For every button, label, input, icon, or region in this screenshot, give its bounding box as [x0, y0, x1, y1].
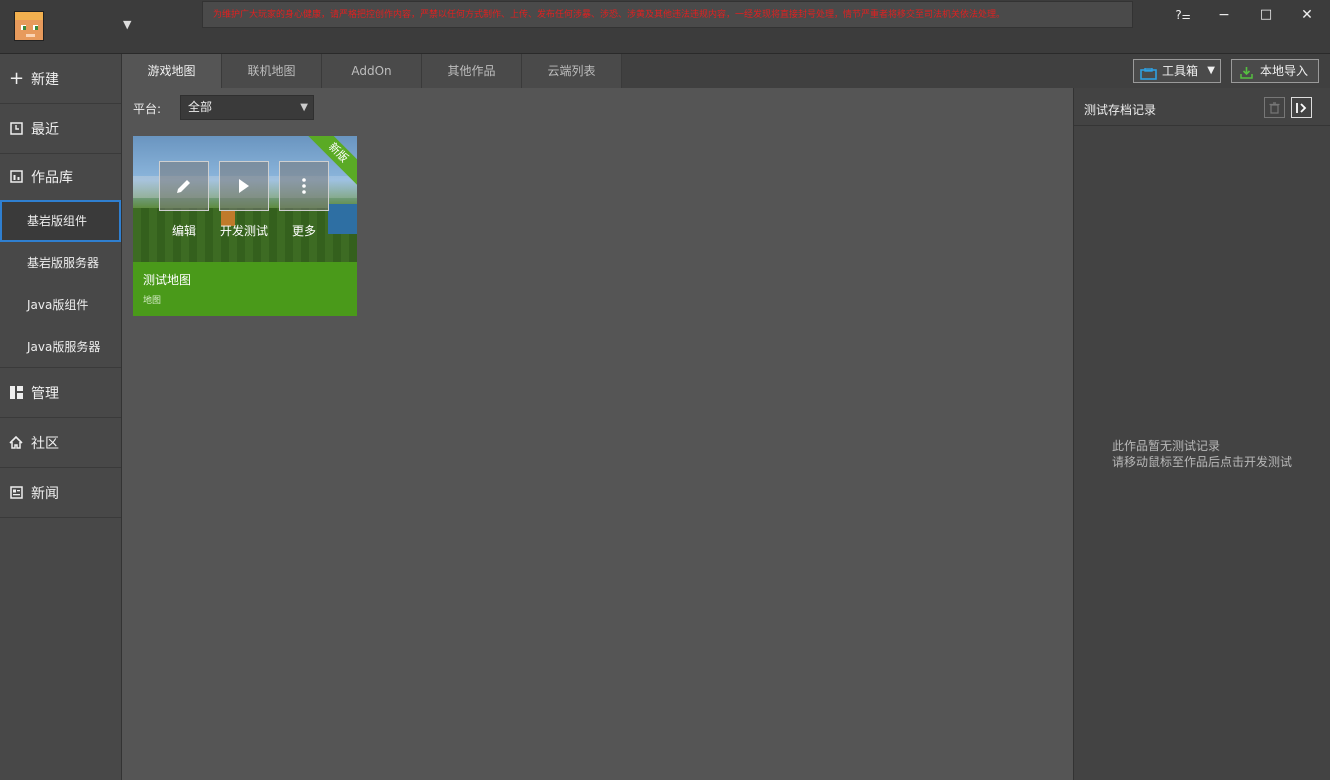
sidebar-item-label: 新闻 [31, 485, 59, 502]
category-tabs: 游戏地图 联机地图 AddOn 其他作品 云端列表 工具箱 ▼ 本地导入 [122, 54, 1330, 88]
local-import-label: 本地导入 [1260, 64, 1309, 78]
empty-line-2: 请移动鼠标至作品后点击开发测试 [1112, 455, 1293, 469]
dev-test-label: 开发测试 [219, 224, 268, 238]
work-thumbnail: 新版 编辑 开发测试 更多 [133, 136, 357, 262]
sidebar-item-news[interactable]: 新闻 [0, 468, 121, 518]
close-button[interactable]: ✕ [1290, 4, 1324, 26]
clock-icon [9, 121, 23, 136]
sidebar-subitem-bedrock-addon[interactable]: 基岩版组件 [0, 200, 121, 242]
avatar-mouth [26, 34, 35, 37]
platform-label: 平台: [133, 102, 162, 116]
work-title: 测试地图 [143, 273, 192, 287]
maximize-button[interactable]: □ [1249, 4, 1283, 26]
play-icon [237, 175, 251, 196]
test-records-header: 测试存档记录 [1074, 88, 1330, 126]
sidebar-item-library[interactable]: 作品库 [0, 154, 121, 200]
chevron-down-icon: ▼ [300, 102, 308, 113]
avatar-hair [15, 12, 43, 20]
news-icon [9, 485, 23, 500]
app-window: ▼ 为维护广大玩家的身心健康，请严格把控创作内容，严禁以任何方式制作、上传、发布… [0, 0, 1330, 780]
sidebar-item-label: 社区 [31, 435, 59, 452]
sidebar-item-new[interactable]: + 新建 [0, 54, 121, 104]
work-type: 地图 [143, 296, 162, 306]
toolbox-label: 工具箱 [1162, 64, 1199, 78]
pencil-icon [174, 175, 194, 196]
content-notice-banner: 为维护广大玩家的身心健康，请严格把控创作内容，严禁以任何方式制作、上传、发布任何… [202, 1, 1133, 28]
toolbox-button[interactable]: 工具箱 ▼ [1133, 59, 1221, 83]
manage-icon [9, 385, 23, 400]
home-icon [9, 435, 23, 450]
collapse-panel-button[interactable] [1291, 97, 1312, 118]
sidebar-item-label: 管理 [31, 385, 59, 402]
sidebar-item-community[interactable]: 社区 [0, 418, 121, 468]
toolbox-icon [1140, 65, 1157, 87]
dev-test-button[interactable] [219, 161, 269, 211]
sidebar-subitem-java-server[interactable]: Java版服务器 [0, 326, 121, 368]
minimize-button[interactable]: − [1207, 4, 1241, 26]
tab-addon[interactable]: AddOn [322, 54, 422, 88]
sidebar-subitem-bedrock-server[interactable]: 基岩版服务器 [0, 242, 121, 284]
more-vertical-icon [301, 175, 307, 196]
plus-icon: + [9, 67, 25, 89]
chevron-down-icon: ▼ [1207, 65, 1215, 76]
account-dropdown-icon[interactable]: ▼ [123, 18, 131, 31]
sidebar-subitem-java-addon[interactable]: Java版组件 [0, 284, 121, 326]
sidebar: + 新建 最近 作品库 基岩版组件 基岩版服务器 Java版组件 Java版服务… [0, 54, 122, 780]
help-button[interactable]: ?⚌ [1166, 4, 1200, 26]
empty-records-message: 此作品暂无测试记录 请移动鼠标至作品后点击开发测试 [1112, 438, 1292, 470]
sidebar-item-label: 最近 [31, 121, 59, 138]
trash-icon [1269, 100, 1280, 114]
user-avatar[interactable] [14, 11, 44, 41]
more-button[interactable] [279, 161, 329, 211]
tab-cloud-list[interactable]: 云端列表 [522, 54, 622, 88]
avatar-pupil-right [35, 26, 38, 30]
edit-button[interactable] [159, 161, 209, 211]
platform-value: 全部 [188, 100, 213, 114]
local-import-button[interactable]: 本地导入 [1231, 59, 1319, 83]
sidebar-item-manage[interactable]: 管理 [0, 368, 121, 418]
title-bar: ▼ 为维护广大玩家的身心健康，请严格把控创作内容，严禁以任何方式制作、上传、发布… [0, 0, 1330, 54]
platform-select[interactable]: 全部 ▼ [180, 95, 314, 120]
empty-line-1: 此作品暂无测试记录 [1112, 439, 1221, 453]
edit-label: 编辑 [171, 224, 196, 238]
work-card[interactable]: 新版 编辑 开发测试 更多 测试地图 地图 [133, 136, 357, 316]
library-icon [9, 170, 23, 184]
more-label: 更多 [291, 224, 316, 238]
test-records-title: 测试存档记录 [1084, 103, 1157, 117]
tab-game-map[interactable]: 游戏地图 [122, 54, 222, 88]
sidebar-item-label: 作品库 [31, 170, 73, 186]
avatar-pupil-left [23, 26, 26, 30]
collapse-right-icon [1295, 100, 1308, 114]
tab-other-works[interactable]: 其他作品 [422, 54, 522, 88]
works-content: 平台: 全部 ▼ 新版 编辑 开发测试 更多 测试地图 地图 [122, 88, 1073, 780]
sidebar-item-label: 新建 [31, 71, 59, 88]
download-icon [1240, 64, 1253, 86]
delete-button[interactable] [1264, 97, 1285, 118]
test-records-panel: 测试存档记录 此作品暂无测试记录 请移动鼠标至作品后点击开发测试 [1073, 88, 1330, 780]
tab-multiplayer-map[interactable]: 联机地图 [222, 54, 322, 88]
sidebar-item-recent[interactable]: 最近 [0, 104, 121, 154]
